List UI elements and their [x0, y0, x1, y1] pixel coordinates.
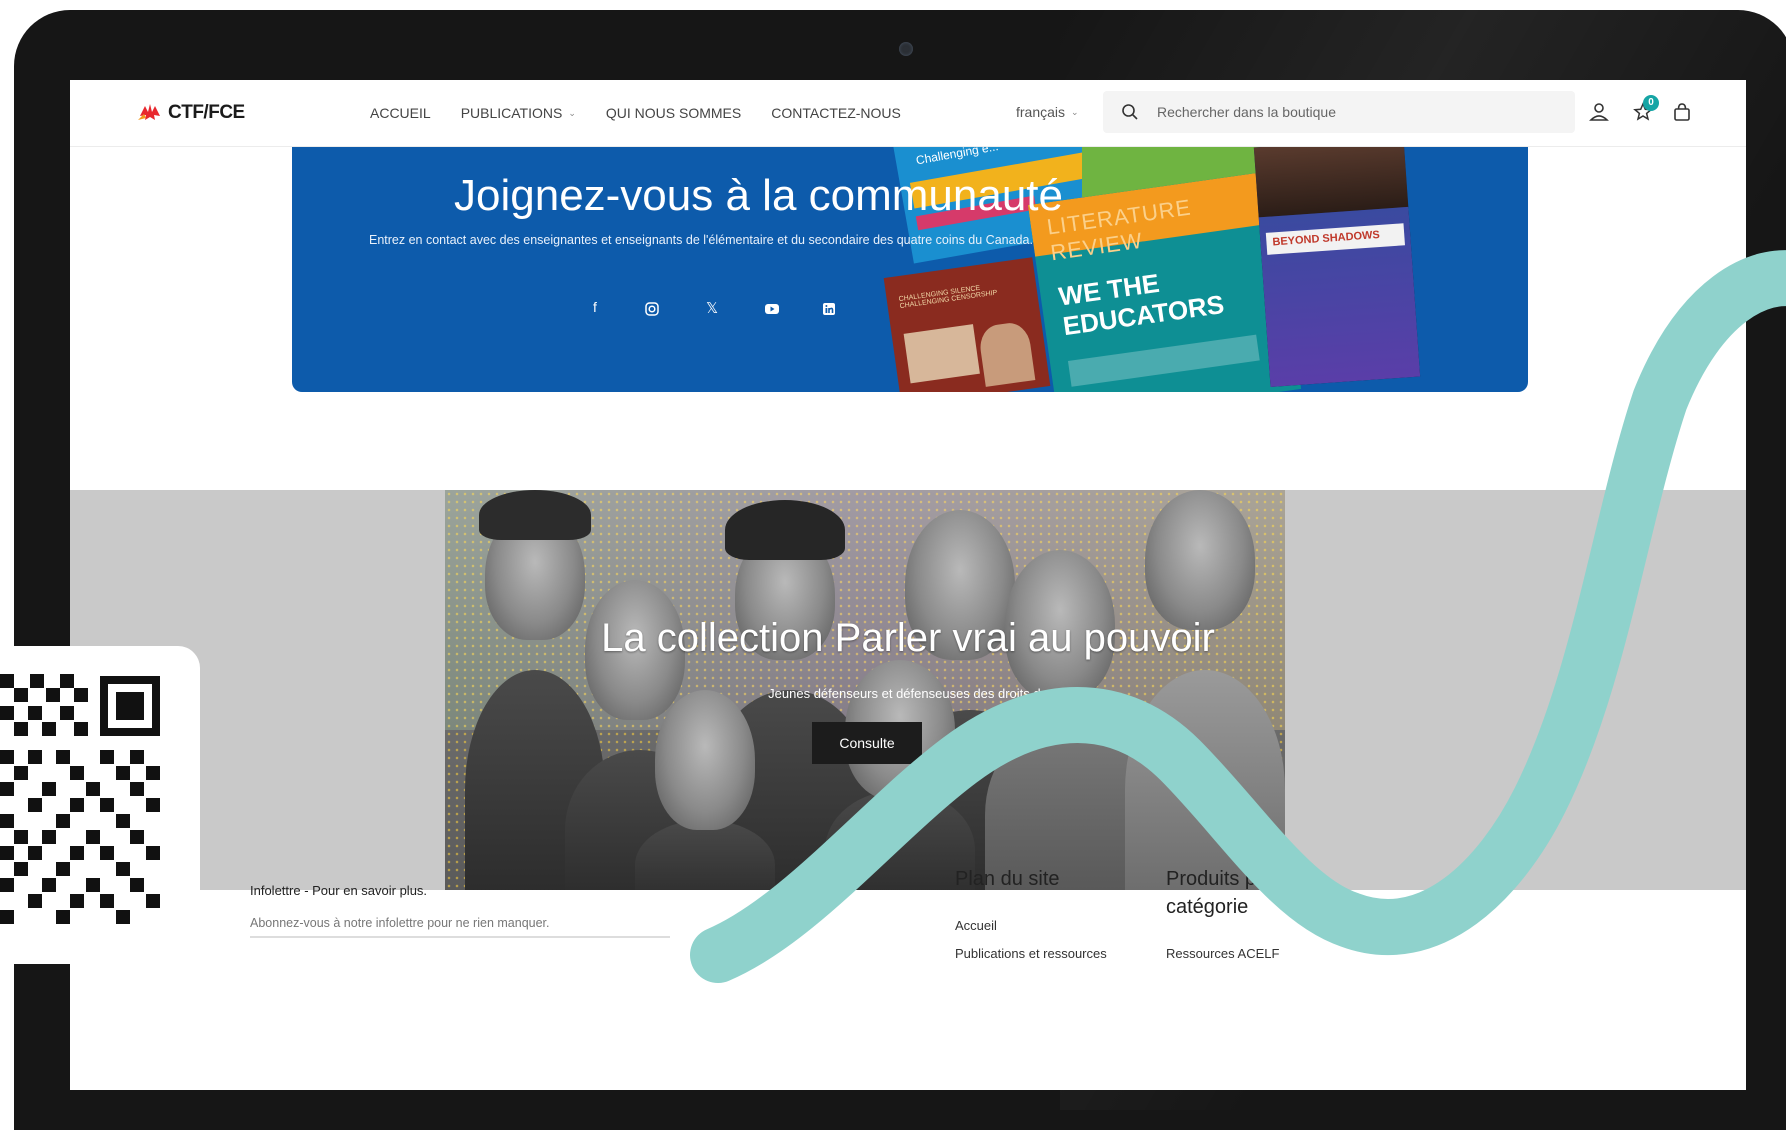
- book-cover[interactable]: CHALLENGING SILENCE CHALLENGING CENSORSH…: [883, 257, 1051, 392]
- products-title-line1: Produits par: [1166, 868, 1274, 890]
- language-label: français: [1016, 104, 1066, 120]
- newsletter-email-field[interactable]: [250, 936, 670, 938]
- user-account-icon[interactable]: [1588, 101, 1610, 123]
- search-input[interactable]: [1155, 103, 1539, 121]
- hero-title: La collection Parler vrai au pouvoir: [601, 616, 1215, 660]
- nav-qui-nous-sommes-label: QUI NOUS SOMMES: [605, 105, 742, 121]
- browser-viewport: CTF/FCE ACCUEIL PUBLICATIONS ⌄ QUI NOUS S…: [70, 80, 1746, 1090]
- products-category-title: Produits par catégorie: [1166, 865, 1274, 921]
- youtube-icon[interactable]: [762, 299, 782, 319]
- banner-subtitle: Entrez en contact avec des enseignantes …: [369, 233, 1033, 247]
- newsletter-heading: Infolettre - Pour en savoir plus.: [250, 883, 428, 898]
- newsletter-text: Abonnez-vous à notre infolettre pour ne …: [250, 916, 550, 930]
- site-logo[interactable]: CTF/FCE: [136, 102, 245, 124]
- nav-accueil-label: ACCUEIL: [370, 105, 431, 121]
- instagram-icon[interactable]: [642, 299, 662, 319]
- book-title: CHALLENGING SILENCE CHALLENGING CENSORSH…: [898, 284, 998, 311]
- book-title: Challenging e...: [914, 147, 1000, 168]
- community-banner: Challenging e... CHALLENGING SILENCE CHA…: [292, 147, 1528, 392]
- shopping-bag-icon[interactable]: [1671, 101, 1693, 123]
- sitemap-link-publications[interactable]: Publications et ressources: [955, 946, 1107, 961]
- nav-accueil[interactable]: ACCUEIL: [370, 105, 431, 121]
- language-selector[interactable]: français ⌄: [1016, 104, 1079, 120]
- maple-leaf-logo-icon: [136, 102, 164, 124]
- wishlist-count-badge: 0: [1643, 95, 1659, 111]
- webcam: [899, 42, 913, 56]
- main-nav: ACCUEIL PUBLICATIONS ⌄ QUI NOUS SOMMES CO…: [370, 80, 901, 146]
- nav-publications[interactable]: PUBLICATIONS ⌄: [461, 105, 576, 121]
- products-title-line2: catégorie: [1166, 896, 1249, 918]
- products-link-acelf[interactable]: Ressources ACELF: [1166, 946, 1279, 961]
- logo-text: CTF/FCE: [168, 102, 245, 123]
- nav-contactez-nous[interactable]: CONTACTEZ-NOUS: [771, 105, 901, 121]
- nav-publications-label: PUBLICATIONS: [460, 105, 563, 121]
- nav-contactez-nous-label: CONTACTEZ-NOUS: [771, 105, 901, 121]
- search-bar: [1103, 91, 1575, 133]
- facebook-icon[interactable]: f: [585, 299, 605, 319]
- book-title: WE THE EDUCATORS: [1056, 267, 1226, 342]
- hero-section: La collection Parler vrai au pouvoir Jeu…: [70, 490, 1746, 890]
- sitemap-title: Plan du site: [955, 868, 1060, 890]
- book-cover[interactable]: BEYOND SHADOWS: [1253, 147, 1421, 387]
- qr-code[interactable]: [0, 646, 200, 964]
- search-icon: [1122, 104, 1138, 120]
- sitemap-link-accueil[interactable]: Accueil: [955, 918, 997, 933]
- hero-cta-button[interactable]: Consulte: [812, 722, 922, 764]
- hero-subtitle: Jeunes défenseurs et défenseuses des dro…: [768, 686, 1048, 701]
- banner-title: Joignez-vous à la communauté: [454, 171, 1063, 220]
- site-header: CTF/FCE ACCUEIL PUBLICATIONS ⌄ QUI NOUS S…: [70, 80, 1746, 147]
- qr-code-card: [0, 646, 200, 964]
- x-icon[interactable]: 𝕏: [702, 299, 722, 319]
- linkedin-icon[interactable]: [819, 299, 839, 319]
- chevron-down-icon: ⌄: [568, 107, 576, 118]
- nav-qui-nous-sommes[interactable]: QUI NOUS SOMMES: [606, 105, 741, 121]
- chevron-down-icon: ⌄: [1071, 106, 1079, 117]
